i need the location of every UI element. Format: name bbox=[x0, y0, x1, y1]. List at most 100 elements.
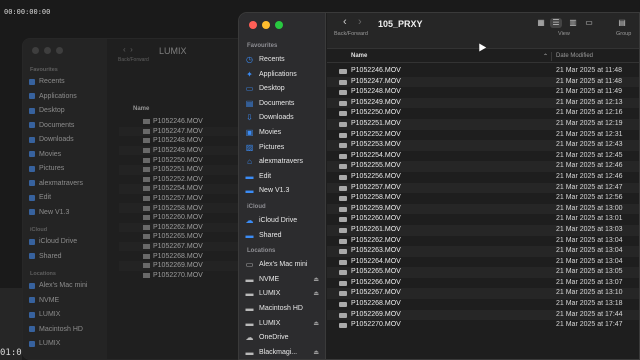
table-row[interactable]: P1052251.MOV 21 Mar 2025 at 12:19 bbox=[327, 118, 639, 130]
sidebar-item[interactable]: ▬ Edit bbox=[245, 171, 323, 182]
back-sidebar-item[interactable]: NVME bbox=[29, 297, 59, 304]
back-sidebar-heading: Favourites bbox=[30, 67, 58, 73]
back-sidebar-item[interactable]: New V1.3 bbox=[29, 209, 69, 216]
table-row[interactable]: P1052269.MOV 21 Mar 2025 at 17:44 bbox=[327, 309, 639, 321]
back-sidebar-item[interactable]: Macintosh HD bbox=[29, 326, 83, 333]
list-view-icon[interactable]: ☰ bbox=[550, 18, 562, 28]
back-sidebar-item[interactable]: Pictures bbox=[29, 165, 64, 172]
table-row[interactable]: P1052268.MOV 21 Mar 2025 at 13:18 bbox=[327, 299, 639, 310]
movie-file-icon bbox=[143, 215, 150, 221]
table-row[interactable]: P1052247.MOV 21 Mar 2025 at 11:48 bbox=[327, 76, 639, 88]
file-name: P1052261.MOV bbox=[351, 225, 401, 233]
back-sidebar-item[interactable]: Downloads bbox=[29, 136, 74, 143]
back-sidebar-item[interactable]: alexmatravers bbox=[29, 180, 83, 187]
sidebar-item[interactable]: ▨ Pictures bbox=[245, 142, 323, 153]
back-sidebar-item[interactable]: Alex's Mac mini bbox=[29, 282, 87, 289]
file-date-modified: 21 Mar 2025 at 12:31 bbox=[556, 130, 623, 138]
icon-view-icon[interactable]: ▦ bbox=[535, 18, 547, 28]
table-row[interactable]: P1052254.MOV 21 Mar 2025 at 12:45 bbox=[327, 151, 639, 162]
drive-icon: ▬ bbox=[245, 304, 254, 313]
table-row[interactable]: P1052252.MOV 21 Mar 2025 at 12:31 bbox=[327, 130, 639, 141]
table-row[interactable]: P1052258.MOV 21 Mar 2025 at 12:56 bbox=[327, 193, 639, 204]
sidebar-item-label: LUMIX bbox=[259, 319, 281, 327]
table-row[interactable]: P1052270.MOV 21 Mar 2025 at 17:47 bbox=[327, 320, 639, 331]
folder-icon bbox=[29, 78, 35, 85]
back-window-controls bbox=[32, 47, 63, 54]
sidebar-item[interactable]: ▬ LUMIX ⏏ bbox=[245, 288, 323, 299]
sidebar-item[interactable]: ▬ Shared bbox=[245, 230, 323, 241]
table-row[interactable]: P1052260.MOV 21 Mar 2025 at 13:01 bbox=[327, 214, 639, 225]
table-row[interactable]: P1052249.MOV 21 Mar 2025 at 12:13 bbox=[327, 97, 639, 109]
table-row[interactable]: P1052246.MOV 21 Mar 2025 at 11:48 bbox=[327, 66, 639, 77]
back-column-name[interactable]: Name bbox=[133, 106, 149, 112]
table-row[interactable]: P1052257.MOV 21 Mar 2025 at 12:47 bbox=[327, 182, 639, 194]
back-sidebar-item[interactable]: LUMIX bbox=[29, 311, 60, 318]
back-sidebar-item[interactable]: Desktop bbox=[29, 107, 65, 114]
movie-file-icon bbox=[143, 272, 150, 278]
table-row[interactable]: P1052262.MOV 21 Mar 2025 at 13:04 bbox=[327, 236, 639, 247]
sidebar-item[interactable]: ▬ LUMIX ⏏ bbox=[245, 318, 323, 329]
gallery-view-icon[interactable]: ▭ bbox=[583, 18, 595, 28]
sidebar-item[interactable]: ▬ Blackmagi... ⏏ bbox=[245, 347, 323, 358]
name-column-header[interactable]: Name bbox=[351, 53, 367, 59]
sidebar-item[interactable]: ▭ Alex's Mac mini bbox=[245, 259, 323, 270]
back-sidebar-item[interactable]: Edit bbox=[29, 194, 51, 201]
back-button[interactable]: ‹ bbox=[343, 16, 347, 28]
file-name: P1052270.MOV bbox=[351, 321, 401, 329]
sidebar-item[interactable]: ▬ NVME ⏏ bbox=[245, 274, 323, 285]
zoom-button[interactable] bbox=[275, 21, 283, 29]
sidebar-item[interactable]: ▭ Desktop bbox=[245, 83, 323, 94]
sidebar-item[interactable]: ▣ Movies bbox=[245, 127, 323, 138]
sidebar-item[interactable]: ▬ Macintosh HD bbox=[245, 303, 323, 314]
table-row[interactable]: P1052248.MOV 21 Mar 2025 at 11:49 bbox=[327, 87, 639, 98]
sidebar-item[interactable]: ⇩ Downloads bbox=[245, 112, 323, 123]
file-date-modified: 21 Mar 2025 at 13:18 bbox=[556, 300, 623, 308]
back-sidebar-item[interactable]: Movies bbox=[29, 151, 61, 158]
group-icon[interactable]: ▤ bbox=[616, 18, 628, 28]
table-row[interactable]: P1052267.MOV 21 Mar 2025 at 13:10 bbox=[327, 288, 639, 300]
table-row[interactable]: P1052265.MOV 21 Mar 2025 at 13:05 bbox=[327, 267, 639, 278]
sidebar-item[interactable]: ▤ Documents bbox=[245, 98, 323, 109]
sidebar-item[interactable]: ⌂ alexmatravers bbox=[245, 156, 323, 167]
eject-icon[interactable]: ⏏ bbox=[313, 320, 319, 327]
timecode-display: 00:00:00:00 bbox=[4, 8, 51, 16]
back-sidebar-item[interactable]: LUMIX bbox=[29, 340, 60, 347]
back-sidebar-item[interactable]: Documents bbox=[29, 122, 74, 129]
sort-chevron-icon[interactable]: ⌃ bbox=[543, 53, 548, 60]
column-view-icon[interactable]: ▥ bbox=[567, 18, 579, 28]
column-divider[interactable] bbox=[551, 52, 552, 61]
file-name: P1052254.MOV bbox=[351, 151, 401, 159]
back-file-name: P1052267.MOV bbox=[153, 243, 203, 251]
finder-window-front[interactable]: Favourites ◷ Recents ✦ Applications ▭ Desktop ▤… bbox=[238, 12, 640, 360]
table-row[interactable]: P1052256.MOV 21 Mar 2025 at 12:46 bbox=[327, 172, 639, 183]
table-row[interactable]: P1052250.MOV 21 Mar 2025 at 12:16 bbox=[327, 108, 639, 119]
table-row[interactable]: P1052259.MOV 21 Mar 2025 at 13:00 bbox=[327, 203, 639, 215]
table-row[interactable]: P1052266.MOV 21 Mar 2025 at 13:07 bbox=[327, 278, 639, 289]
table-row[interactable]: P1052264.MOV 21 Mar 2025 at 13:04 bbox=[327, 257, 639, 268]
table-row[interactable]: P1052255.MOV 21 Mar 2025 at 12:46 bbox=[327, 161, 639, 172]
back-sidebar-item[interactable]: Recents bbox=[29, 78, 65, 85]
sidebar-item[interactable]: ☁ iCloud Drive bbox=[245, 215, 323, 226]
table-row[interactable]: P1052253.MOV 21 Mar 2025 at 12:43 bbox=[327, 140, 639, 151]
sidebar-item[interactable]: ◷ Recents bbox=[245, 54, 323, 65]
minimize-button[interactable] bbox=[262, 21, 270, 29]
eject-icon[interactable]: ⏏ bbox=[313, 290, 319, 297]
file-name: P1052264.MOV bbox=[351, 257, 401, 265]
file-name: P1052258.MOV bbox=[351, 194, 401, 202]
back-sidebar-item[interactable]: Applications bbox=[29, 93, 77, 100]
back-nav-arrows[interactable]: ‹ › bbox=[123, 45, 133, 54]
sidebar-item[interactable]: ▬ New V1.3 bbox=[245, 185, 323, 196]
back-sidebar-item[interactable]: Shared bbox=[29, 253, 62, 260]
eject-icon[interactable]: ⏏ bbox=[313, 349, 319, 356]
forward-button[interactable]: › bbox=[358, 16, 362, 28]
sidebar-item[interactable]: ☁ OneDrive bbox=[245, 332, 323, 343]
table-row[interactable]: P1052263.MOV 21 Mar 2025 at 13:04 bbox=[327, 246, 639, 257]
eject-icon[interactable]: ⏏ bbox=[313, 276, 319, 283]
sidebar-item-label: Documents bbox=[259, 99, 295, 107]
sidebar-item[interactable]: ✦ Applications bbox=[245, 69, 323, 80]
date-column-header[interactable]: Date Modified bbox=[556, 53, 593, 59]
table-row[interactable]: P1052261.MOV 21 Mar 2025 at 13:03 bbox=[327, 224, 639, 236]
movie-file-icon bbox=[339, 132, 347, 138]
back-sidebar-item[interactable]: iCloud Drive bbox=[29, 238, 77, 245]
close-button[interactable] bbox=[249, 21, 257, 29]
